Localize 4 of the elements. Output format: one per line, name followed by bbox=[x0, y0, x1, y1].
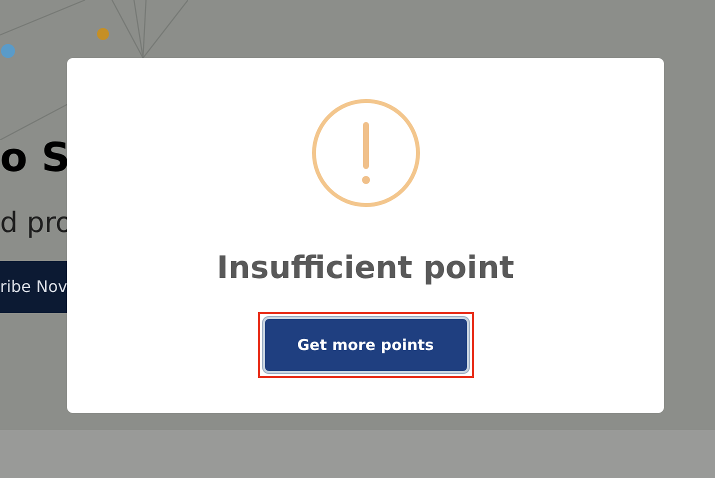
get-more-points-button[interactable]: Get more points bbox=[262, 317, 468, 373]
warning-icon bbox=[310, 98, 420, 208]
dialog-title: Insufficient point bbox=[216, 250, 514, 286]
page-heading: o S bbox=[0, 134, 70, 183]
